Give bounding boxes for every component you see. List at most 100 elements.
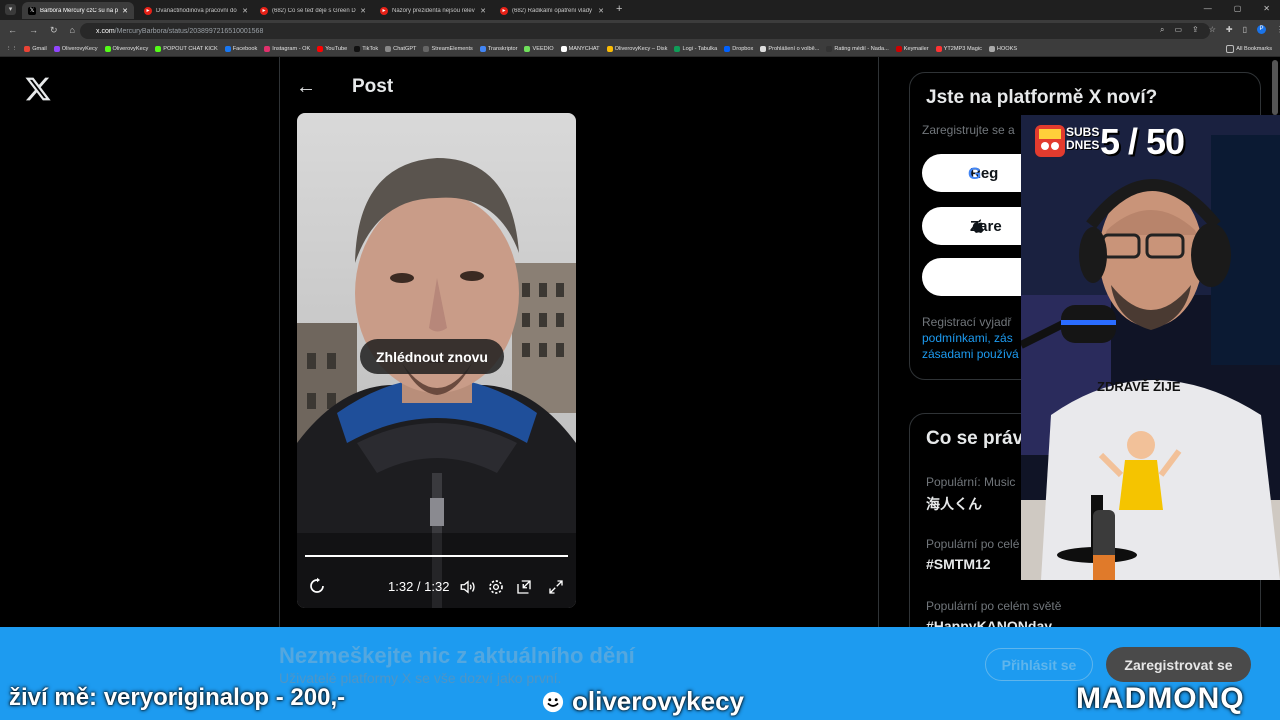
menu-icon[interactable]: ⋮ (1276, 25, 1280, 35)
bookmark[interactable]: YT2MP3 Magic (935, 46, 982, 52)
page-title: Post (352, 76, 394, 97)
sidebar-icon[interactable]: ▯ (1243, 25, 1247, 35)
bookmark-label: OliverovyKecy (112, 46, 149, 52)
bookmark[interactable]: VEEDIO (524, 46, 554, 52)
close-icon[interactable]: ✕ (122, 7, 128, 15)
bookmark[interactable]: OliverovyKecy – Disk (606, 46, 667, 52)
terms-link[interactable]: podmínkami, zás (922, 331, 1013, 345)
close-icon[interactable]: ✕ (480, 7, 486, 15)
bookmark[interactable]: Facebook (224, 46, 258, 52)
browser-tab-bar: ▾ 𝕏 Barbora Mercury czĆ su na pla ✕ ▸ Dv… (0, 0, 1280, 20)
bookmark-label: HOOKS (996, 46, 1018, 52)
google-icon: G (968, 164, 982, 183)
bookmark-label: Keymailer (903, 46, 929, 52)
bookmark[interactable]: YouTube (317, 46, 347, 52)
tab-title: (682) Radikální opatření vlády (512, 7, 593, 14)
close-icon[interactable]: ✕ (360, 7, 366, 15)
browser-tab[interactable]: ▸ Dvanáctihodinová pracovní do ✕ (138, 2, 254, 19)
replay-button[interactable]: Zhlédnout znovu (360, 339, 504, 374)
picture-in-picture-icon[interactable] (515, 578, 533, 596)
bookmark[interactable]: POPOUT CHAT KICK (155, 46, 218, 52)
nav-buttons: ← → ↻ ⌂ (8, 25, 75, 36)
replay-icon[interactable] (308, 577, 326, 595)
browser-tab[interactable]: ▸ Názory prezidenta nejsou relev ✕ (374, 2, 492, 19)
channel-handle: oliverovykecy (542, 686, 744, 717)
back-icon[interactable]: ← (8, 25, 17, 36)
tab-title: Barbora Mercury czĆ su na pla (40, 7, 119, 14)
x-logo-icon[interactable] (24, 75, 52, 103)
browser-tab[interactable]: 𝕏 Barbora Mercury czĆ su na pla ✕ (22, 2, 134, 19)
column-divider (878, 57, 879, 627)
login-button[interactable]: Přihlásit se (985, 648, 1093, 681)
cast-icon[interactable]: ▭ (1174, 25, 1182, 35)
bookmark-label: YouTube (325, 46, 348, 52)
tab-search-icon[interactable]: ▾ (5, 4, 16, 15)
bookmark-label: Rating médií - Nada... (834, 46, 889, 52)
bookmark[interactable]: Keymailer (895, 46, 929, 52)
trend-name[interactable]: #SMTM12 (926, 556, 991, 572)
bookmark[interactable]: ChatGPT (385, 46, 416, 52)
scrollbar-thumb[interactable] (1272, 60, 1278, 115)
bookmark[interactable]: Prohlášení o volbě... (760, 46, 819, 52)
shirt-print-text: ZDRAVĚ ŽIJE (1097, 379, 1181, 394)
bookmark[interactable]: MANYCHAT (560, 46, 600, 52)
bookmark[interactable]: Gmail (24, 46, 47, 52)
browser-tab[interactable]: ▸ (682) Radikální opatření vlády ✕ (494, 2, 610, 19)
trend-category: Populární po celé (926, 537, 1020, 551)
tab-title: Názory prezidenta nejsou relev (392, 7, 475, 14)
bookmarks-bar: ⋮⋮ Gmail OliverovyKecy OliverovyKecy POP… (0, 42, 1280, 57)
url-input[interactable]: x.com/MercuryBarbora/status/203899721651… (80, 23, 1210, 39)
bookmark[interactable]: HOOKS (988, 46, 1018, 52)
all-bookmarks[interactable]: All Bookmarks (1226, 45, 1280, 53)
bookmark-label: Facebook (232, 46, 258, 52)
bookmark-label: Logi - Tabulka (682, 46, 718, 52)
settings-gear-icon[interactable] (487, 578, 505, 596)
bookmark[interactable]: Instagram - OK (264, 46, 310, 52)
browser-tab[interactable]: ▸ (682) Co se teď děje s Green D ✕ (254, 2, 372, 19)
bookmark[interactable]: OliverovyKecy (104, 46, 149, 52)
browser-toolbar: ⌕ ▭ ⇪ ☆ ✚ ▯ P ⋮ (1160, 25, 1280, 35)
apps-icon[interactable]: ⋮⋮ (6, 46, 17, 52)
minimize-icon[interactable]: — (1204, 4, 1212, 13)
sponsor-logo-text: MADMONQ (1076, 682, 1245, 715)
home-icon[interactable]: ⌂ (70, 25, 75, 36)
new-tab-icon[interactable]: + (616, 3, 622, 15)
bookmark[interactable]: Transkriptor (479, 46, 517, 52)
column-divider (279, 57, 280, 627)
banner-title: Nezmeškejte nic z aktuálního dění (279, 643, 635, 668)
bookmark-label: Gmail (32, 46, 47, 52)
bookmark-label: Instagram - OK (272, 46, 311, 52)
bookmark[interactable]: TikTok (354, 46, 378, 52)
bookmark[interactable]: Dropbox (724, 46, 753, 52)
register-button[interactable]: Zaregistrovat se (1106, 647, 1251, 682)
subs-counter: 5 / 50 (1100, 121, 1185, 162)
webcam-overlay (1021, 115, 1280, 580)
privacy-link[interactable]: zásadami používá (922, 347, 1019, 361)
youtube-icon: ▸ (380, 6, 388, 15)
bookmark[interactable]: StreamElements (423, 46, 473, 52)
forward-icon[interactable]: → (29, 25, 38, 36)
extensions-icon[interactable]: ✚ (1226, 25, 1233, 35)
profile-icon[interactable]: P (1257, 25, 1267, 34)
volume-icon[interactable] (459, 578, 477, 596)
video-progress-bar[interactable] (305, 555, 568, 557)
fullscreen-icon[interactable] (547, 578, 565, 596)
zoom-icon[interactable]: ⌕ (1160, 25, 1164, 35)
bookmark[interactable]: OliverovyKecy (53, 46, 98, 52)
share-icon[interactable]: ⇪ (1192, 25, 1199, 35)
bookmark[interactable]: Logi - Tabulka (674, 46, 717, 52)
trend-name[interactable]: 海人くん (926, 494, 982, 514)
video-time: 1:32 / 1:32 (388, 579, 450, 594)
bookmark-label: OliverovyKecy (61, 46, 98, 52)
url-host: x.com (96, 27, 115, 35)
reload-icon[interactable]: ↻ (50, 25, 58, 36)
bookmark-label: StreamElements (431, 46, 473, 52)
back-arrow-icon[interactable]: ← (296, 76, 316, 99)
close-window-icon[interactable]: ✕ (1263, 4, 1270, 13)
terms-text: Registrací vyjadř (922, 315, 1012, 329)
close-icon[interactable]: ✕ (598, 7, 604, 15)
star-icon[interactable]: ☆ (1209, 25, 1216, 35)
maximize-icon[interactable]: ▢ (1234, 4, 1242, 13)
close-icon[interactable]: ✕ (242, 7, 248, 15)
bookmark[interactable]: Rating médií - Nada... (826, 46, 889, 52)
